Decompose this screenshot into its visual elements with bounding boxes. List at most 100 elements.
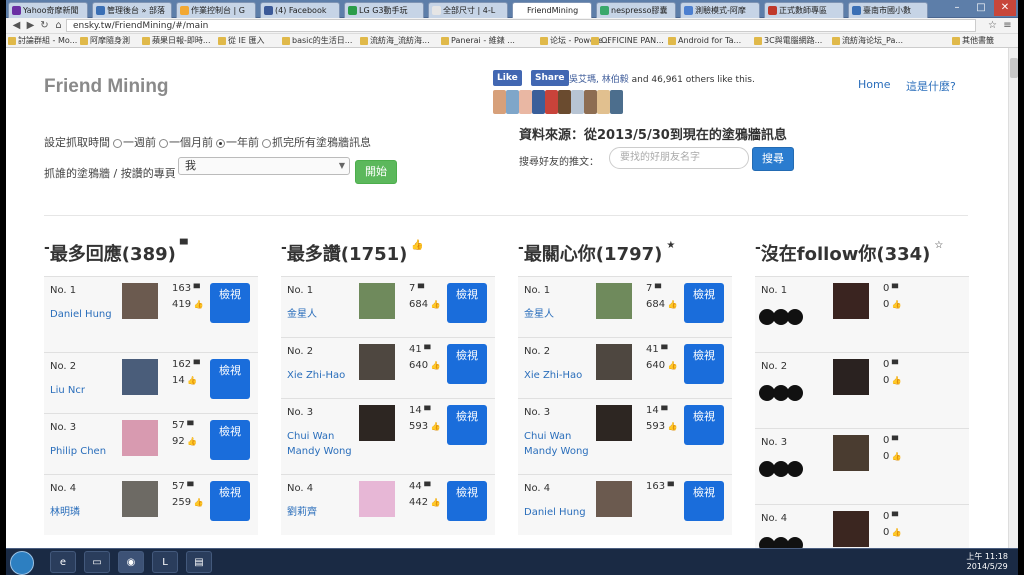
fb-friend-names[interactable]: 吳艾瑪, 林伯毅 (569, 75, 629, 85)
tab-2[interactable]: 作業控制台 | G (176, 2, 256, 18)
friend-avatar[interactable] (833, 511, 869, 547)
view-button[interactable]: 檢視 (684, 283, 724, 323)
bookmark-item[interactable]: 從 IE 匯入 (218, 35, 265, 47)
friend-avatar[interactable] (359, 481, 395, 517)
view-button[interactable]: 檢視 (447, 344, 487, 384)
fb-friend-avatar[interactable] (597, 90, 610, 114)
fb-friend-avatar[interactable] (493, 90, 506, 114)
friend-name-link[interactable]: 劉莉齊 (287, 505, 353, 520)
friend-avatar[interactable] (833, 359, 869, 395)
tab-10[interactable]: 臺南市國小數 (848, 2, 928, 18)
friend-name-link[interactable]: 金星人 (287, 307, 353, 322)
friend-name-link[interactable]: Daniel Hung (524, 505, 590, 520)
view-button[interactable]: 檢視 (684, 481, 724, 521)
friend-name-link[interactable]: 金星人 (524, 307, 590, 322)
bookmark-item[interactable]: 流紡海_流紡海... (360, 35, 430, 47)
friend-avatar[interactable] (359, 405, 395, 441)
friend-name-link[interactable]: Philip Chen (50, 444, 116, 459)
friend-avatar[interactable] (122, 420, 158, 456)
fb-like-button[interactable]: Like (493, 70, 522, 86)
fb-share-button[interactable]: Share (531, 70, 569, 86)
time-radio-1[interactable] (159, 138, 168, 148)
bookmark-item[interactable]: 阿摩隨身測 (80, 35, 130, 47)
minimize-window-icon[interactable]: – (946, 0, 968, 16)
fb-friend-avatar[interactable] (610, 90, 623, 114)
bookmark-item[interactable]: 3C與電腦網路... (754, 35, 822, 47)
friend-search-input[interactable]: 要找的好朋友名字 (609, 147, 749, 169)
friend-avatar[interactable] (596, 344, 632, 380)
scrollbar-thumb[interactable] (1010, 58, 1018, 78)
bookmark-item[interactable]: 其他書籤 (952, 35, 994, 47)
notes-taskbar-icon[interactable]: ▤ (186, 551, 212, 573)
fb-friend-avatar[interactable] (584, 90, 597, 114)
friend-avatar[interactable] (359, 344, 395, 380)
friend-name-link[interactable]: Chui Wan Mandy Wong (287, 429, 353, 459)
bookmark-item[interactable]: OFFICINE PAN... (591, 35, 664, 47)
friend-avatar[interactable] (122, 359, 158, 395)
bookmark-item[interactable]: 蘋果日報-即時... (142, 35, 211, 47)
fb-friend-avatar[interactable] (532, 90, 545, 114)
friend-avatar[interactable] (596, 405, 632, 441)
start-orb-icon[interactable] (10, 551, 34, 575)
tab-1[interactable]: 管理後台 » 部落 (92, 2, 172, 18)
friend-avatar[interactable] (596, 481, 632, 517)
friend-name-link[interactable]: 林明璘 (50, 505, 116, 520)
home-icon[interactable]: ⌂ (52, 19, 65, 32)
site-logo[interactable]: Friend Mining (44, 76, 169, 98)
time-radio-2[interactable] (216, 138, 225, 148)
bookmark-item[interactable]: 流紡海论坛_Pa... (832, 35, 903, 47)
ie-taskbar-icon[interactable]: e (50, 551, 76, 573)
bookmark-item[interactable]: basic的生活日... (282, 35, 352, 47)
view-button[interactable]: 檢視 (447, 405, 487, 445)
friend-name-link[interactable]: Xie Zhi-Hao (524, 368, 590, 383)
tab-9[interactable]: 正式數師專區 (764, 2, 844, 18)
friend-name-link[interactable]: Xie Zhi-Hao (287, 368, 353, 383)
view-button[interactable]: 檢視 (210, 420, 250, 460)
view-button[interactable]: 檢視 (210, 359, 250, 399)
bookmark-item[interactable]: Android for Ta... (668, 35, 741, 47)
system-clock[interactable]: 上午 11:18 2014/5/29 (966, 552, 1008, 572)
bookmark-item[interactable]: Panerai - 維錶 ... (441, 35, 515, 47)
friend-avatar[interactable] (122, 283, 158, 319)
fb-friend-avatar[interactable] (506, 90, 519, 114)
url-input[interactable]: ensky.tw/FriendMining/#/main (66, 19, 976, 32)
friend-name-link[interactable]: Liu Ncr (50, 383, 116, 398)
board-select[interactable]: 我 ▼ (178, 157, 350, 175)
line-taskbar-icon[interactable]: L (152, 551, 178, 573)
nav-about-link[interactable]: 這是什麼? (906, 78, 956, 94)
back-icon[interactable]: ◀ (10, 19, 23, 32)
scrollbar[interactable] (1008, 48, 1018, 548)
chrome-taskbar-icon[interactable]: ◉ (118, 551, 144, 573)
tab-5[interactable]: 全部尺寸 | 4-L (428, 2, 508, 18)
friend-avatar[interactable] (596, 283, 632, 319)
tab-6[interactable]: FriendMining (512, 2, 592, 19)
fb-friend-avatar[interactable] (571, 90, 584, 114)
tab-7[interactable]: nespresso膠囊 (596, 2, 676, 18)
view-button[interactable]: 檢視 (684, 344, 724, 384)
tab-4[interactable]: LG G3動手玩 (344, 2, 424, 18)
friend-avatar[interactable] (359, 283, 395, 319)
friend-name-link[interactable]: Chui Wan Mandy Wong (524, 429, 590, 459)
view-button[interactable]: 檢視 (210, 481, 250, 521)
time-radio-3[interactable] (262, 138, 271, 148)
view-button[interactable]: 檢視 (447, 481, 487, 521)
maximize-window-icon[interactable]: □ (970, 0, 992, 16)
fb-friend-avatar[interactable] (519, 90, 532, 114)
reload-icon[interactable]: ↻ (38, 19, 51, 32)
explorer-taskbar-icon[interactable]: ▭ (84, 551, 110, 573)
menu-icon[interactable]: ≡ (1001, 19, 1014, 32)
close-window-icon[interactable]: ✕ (994, 0, 1016, 16)
nav-home-link[interactable]: Home (858, 78, 890, 91)
view-button[interactable]: 檢視 (447, 283, 487, 323)
search-button[interactable]: 搜尋 (752, 147, 794, 171)
fb-friend-avatar[interactable] (545, 90, 558, 114)
friend-name-link[interactable]: Daniel Hung (50, 307, 116, 322)
bookmark-item[interactable]: 討論群組 - Mo... (8, 35, 77, 47)
friend-avatar[interactable] (122, 481, 158, 517)
tab-3[interactable]: (4) Facebook (260, 2, 340, 18)
friend-avatar[interactable] (833, 283, 869, 319)
forward-icon[interactable]: ▶ (24, 19, 37, 32)
start-button[interactable]: 開始 (355, 160, 397, 184)
star-bookmark-icon[interactable]: ☆ (986, 19, 999, 32)
view-button[interactable]: 檢視 (684, 405, 724, 445)
